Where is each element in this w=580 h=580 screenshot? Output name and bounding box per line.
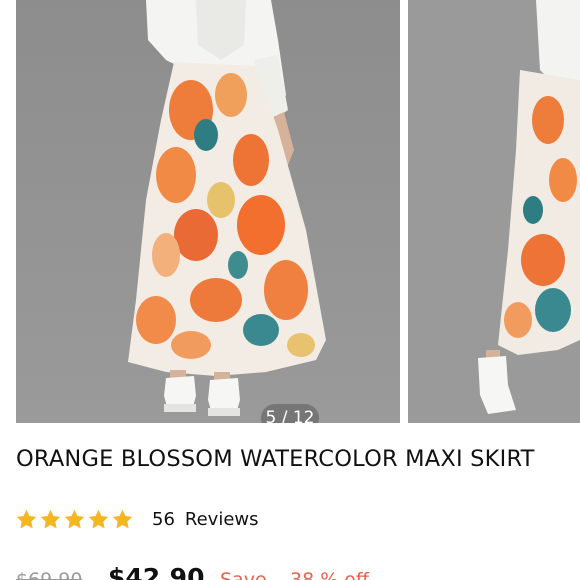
review-count[interactable]: 56 [152,509,175,530]
product-title: ORANGE BLOSSOM WATERCOLOR MAXI SKIRT [16,446,535,472]
product-rating[interactable]: 56 Reviews [15,505,259,533]
discount-percent: 38 % off [290,569,370,580]
price-row: $69.90 $42.90 Save 38 % off [14,561,580,580]
star-icon [88,509,109,528]
star-icon [64,509,85,528]
star-icon [16,509,37,528]
original-price: $69.90 [16,569,83,580]
product-image-current[interactable] [16,0,400,423]
sale-price: $42.90 [108,563,205,580]
star-icon [40,509,61,528]
skirt-photo-next [408,0,580,423]
product-image-next[interactable] [408,0,580,423]
save-label: Save [220,569,267,580]
star-rating [15,508,134,531]
skirt-photo [16,0,400,423]
star-icon [112,509,133,528]
reviews-link[interactable]: Reviews [185,509,259,530]
image-counter: 5 / 12 [261,404,319,423]
product-image-gallery[interactable]: 5 / 12 [0,0,580,423]
